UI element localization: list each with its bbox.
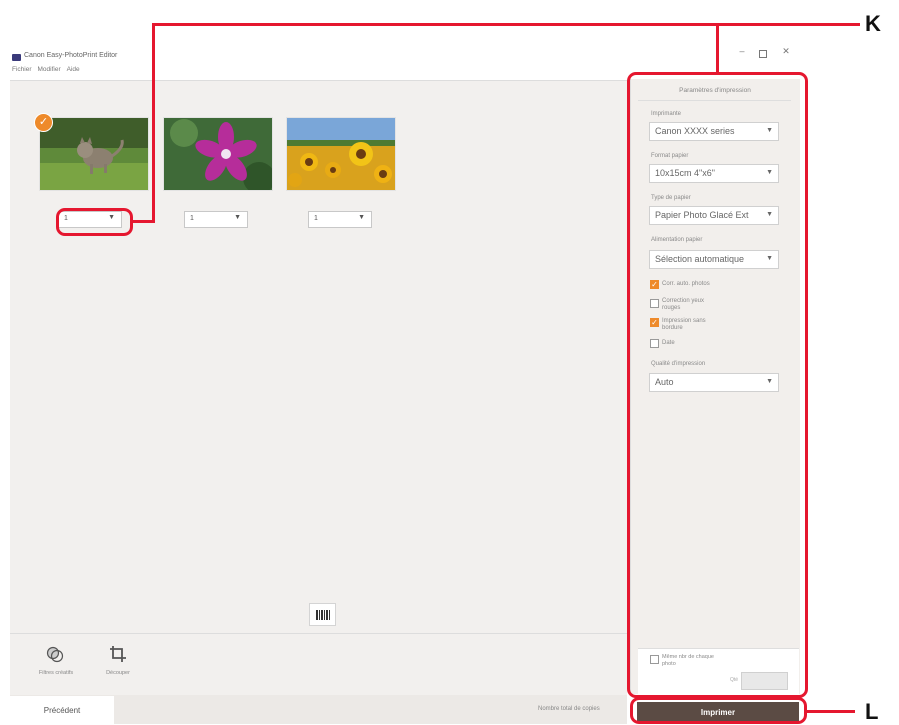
- callout-box-quantity: [56, 208, 133, 236]
- sunflower-photo-image: [287, 118, 395, 190]
- chevron-down-icon: ▼: [358, 214, 365, 221]
- crop-icon: [110, 646, 126, 662]
- crop-button[interactable]: [109, 645, 127, 668]
- callout-box-settings: [627, 72, 808, 698]
- callout-label-k: K: [865, 11, 881, 36]
- callout-line-k-top: [152, 23, 860, 26]
- previous-button[interactable]: Précédent: [10, 696, 114, 724]
- menu-help[interactable]: Aide: [67, 66, 80, 73]
- menu-bar: Fichier Modifier Aide: [12, 66, 80, 73]
- window-title: Canon Easy-PhotoPrint Editor: [24, 52, 118, 59]
- menu-file[interactable]: Fichier: [12, 66, 32, 73]
- cat-photo-image: [40, 118, 148, 190]
- grid-view-icon: [315, 609, 330, 620]
- callout-line-k-foot: [133, 220, 155, 223]
- close-button[interactable]: ✕: [780, 46, 792, 57]
- minimize-button[interactable]: –: [736, 46, 748, 56]
- callout-label-l: L: [865, 699, 879, 724]
- callout-line-k-drop: [716, 23, 719, 74]
- callout-line-k-left: [152, 23, 155, 222]
- total-copies-label: Nombre total de copies: [538, 706, 600, 712]
- app-icon: [12, 54, 21, 61]
- callout-box-print: [630, 697, 807, 724]
- selected-check-icon[interactable]: ✓: [34, 113, 53, 132]
- photo-thumbnail-cat[interactable]: [39, 117, 149, 191]
- filters-button[interactable]: [46, 645, 64, 668]
- flower-photo-image: [164, 118, 272, 190]
- view-mode-button[interactable]: [309, 603, 336, 626]
- quantity-select-photo-3[interactable]: 1 ▼: [308, 211, 372, 228]
- photo-thumbnail-flower[interactable]: [163, 117, 273, 191]
- edit-toolbar: [10, 633, 627, 696]
- photo-thumbnail-sunflowers[interactable]: [286, 117, 396, 191]
- filter-icon: [46, 646, 64, 663]
- quantity-select-photo-2[interactable]: 1 ▼: [184, 211, 248, 228]
- filters-label: Filtres créatifs: [38, 670, 74, 676]
- menu-edit[interactable]: Modifier: [38, 66, 61, 73]
- chevron-down-icon: ▼: [234, 214, 241, 221]
- crop-label: Découper: [106, 670, 130, 676]
- callout-line-l: [807, 710, 855, 713]
- maximize-button[interactable]: [759, 50, 767, 58]
